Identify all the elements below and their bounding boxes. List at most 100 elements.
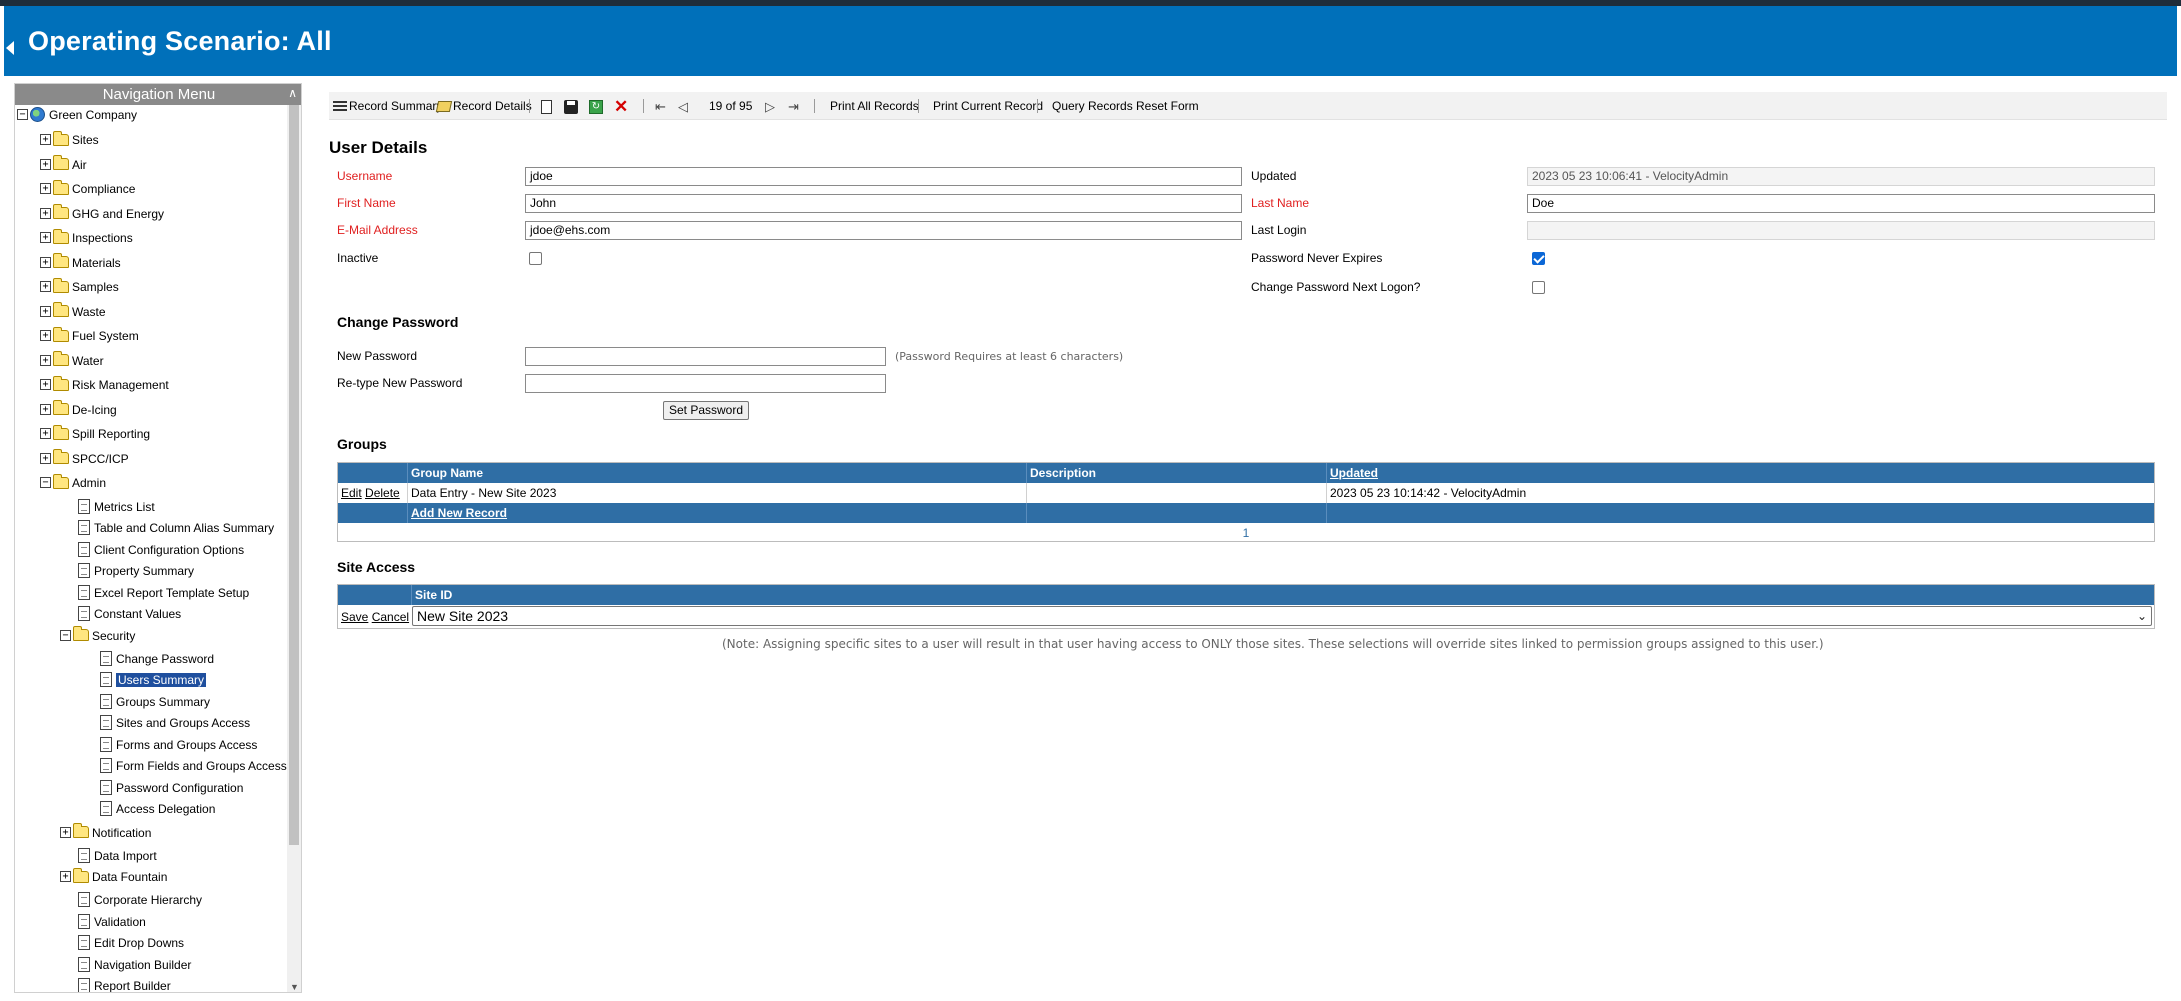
expand-icon[interactable]: +	[40, 403, 51, 415]
nav-item-water[interactable]: + Water	[40, 351, 104, 369]
nav-item-groups-summary[interactable]: Groups Summary	[100, 692, 210, 710]
nav-item-notification[interactable]: + Notification	[60, 823, 151, 841]
nav-item-sites-and-groups-access[interactable]: Sites and Groups Access	[100, 713, 250, 731]
expand-icon[interactable]: +	[40, 256, 51, 268]
inactive-checkbox[interactable]	[529, 252, 542, 265]
nav-item-data-import[interactable]: Data Import	[78, 846, 157, 864]
expand-icon[interactable]: +	[60, 871, 71, 883]
nav-item-validation[interactable]: Validation	[78, 912, 146, 930]
nav-item-table-and-column-alias-summary[interactable]: Table and Column Alias Summary	[78, 518, 274, 536]
expand-icon[interactable]: +	[60, 826, 71, 838]
nav-item-security[interactable]: − Security	[60, 626, 135, 644]
change-password-next-logon-checkbox[interactable]	[1532, 281, 1545, 294]
site-id-select[interactable]: New Site 2023 ⌄	[412, 606, 2152, 626]
nav-item-access-delegation[interactable]: Access Delegation	[100, 799, 215, 817]
first-record-button[interactable]: ⇤	[655, 92, 666, 120]
nav-item-constant-values[interactable]: Constant Values	[78, 604, 181, 622]
first-name-field[interactable]: John	[525, 194, 1242, 213]
previous-record-button[interactable]: ◁	[678, 92, 688, 120]
last-record-button[interactable]: ⇥	[788, 92, 799, 120]
record-details-button[interactable]: Record Details	[435, 92, 532, 120]
password-never-expires-checkbox[interactable]	[1532, 252, 1545, 265]
expand-icon[interactable]: +	[40, 354, 51, 366]
record-summary-button[interactable]: Record Summary	[333, 92, 442, 120]
expand-icon[interactable]: +	[40, 207, 51, 219]
new-password-input[interactable]	[525, 347, 886, 366]
nav-item-spcc-icp[interactable]: + SPCC/ICP	[40, 449, 129, 467]
nav-item-materials[interactable]: + Materials	[40, 253, 121, 271]
expand-icon[interactable]: +	[40, 158, 51, 170]
username-field[interactable]: jdoe	[525, 167, 1242, 186]
nav-scroll-thumb[interactable]	[289, 105, 299, 845]
nav-item-password-configuration[interactable]: Password Configuration	[100, 778, 243, 796]
expand-icon[interactable]: +	[40, 330, 51, 342]
nav-item-users-summary[interactable]: Users Summary	[100, 670, 207, 688]
expand-icon[interactable]: +	[40, 183, 51, 195]
nav-item-spill-reporting[interactable]: + Spill Reporting	[40, 424, 150, 442]
last-login-field	[1527, 221, 2155, 240]
cancel-link[interactable]: Cancel	[372, 610, 409, 624]
collapse-icon[interactable]: −	[40, 477, 51, 489]
nav-item-forms-and-groups-access[interactable]: Forms and Groups Access	[100, 735, 257, 753]
nav-item-green-company[interactable]: − Green Company	[17, 105, 137, 123]
updated-header[interactable]: Updated	[1326, 463, 2154, 483]
collapse-up-icon[interactable]: ∧	[288, 85, 297, 102]
nav-item-edit-drop-downs[interactable]: Edit Drop Downs	[78, 933, 184, 951]
nav-item-admin[interactable]: − Admin	[40, 473, 106, 491]
page-number[interactable]: 1	[1243, 526, 1250, 540]
collapse-icon[interactable]: −	[60, 629, 71, 641]
nav-item-samples[interactable]: + Samples	[40, 277, 119, 295]
nav-item-fuel-system[interactable]: + Fuel System	[40, 326, 139, 344]
nav-item-metrics-list[interactable]: Metrics List	[78, 497, 155, 515]
collapse-left-icon[interactable]	[6, 41, 14, 55]
nav-item-property-summary[interactable]: Property Summary	[78, 561, 194, 579]
set-password-button[interactable]: Set Password	[663, 401, 749, 420]
scroll-down-icon[interactable]: ▼	[290, 982, 299, 992]
expand-icon[interactable]: +	[40, 281, 51, 293]
expand-icon[interactable]: +	[40, 305, 51, 317]
nav-item-corporate-hierarchy[interactable]: Corporate Hierarchy	[78, 890, 202, 908]
nav-item-risk-management[interactable]: + Risk Management	[40, 375, 169, 393]
record-toolbar: Record Summary Record Details ↻ ✕ ⇤ ◁ 19…	[329, 92, 2167, 120]
expand-icon[interactable]: +	[40, 452, 51, 464]
updated-sort-link[interactable]: Updated	[1330, 466, 1378, 480]
nav-item-ghg-and-energy[interactable]: + GHG and Energy	[40, 204, 164, 222]
last-name-field[interactable]: Doe	[1527, 194, 2155, 213]
save-record-button[interactable]	[564, 92, 578, 120]
nav-item-data-fountain[interactable]: + Data Fountain	[60, 867, 167, 885]
next-record-button[interactable]: ▷	[765, 92, 775, 120]
nav-item-client-configuration-options[interactable]: Client Configuration Options	[78, 540, 244, 558]
nav-item-report-builder[interactable]: Report Builder	[78, 976, 171, 992]
save-link[interactable]: Save	[341, 610, 368, 624]
nav-item-compliance[interactable]: + Compliance	[40, 179, 135, 197]
print-current-button[interactable]: Print Current Record	[933, 92, 1043, 120]
email-field[interactable]: jdoe@ehs.com	[525, 221, 1242, 240]
edit-link[interactable]: Edit	[341, 486, 362, 500]
query-records-button[interactable]: Query Records	[1052, 92, 1133, 120]
nav-scrollbar[interactable]: ▼	[287, 105, 301, 992]
nav-item-waste[interactable]: + Waste	[40, 302, 106, 320]
collapse-icon[interactable]: −	[17, 109, 28, 121]
nav-item-de-icing[interactable]: + De-Icing	[40, 400, 117, 418]
retype-password-input[interactable]	[525, 374, 886, 393]
nav-item-sites[interactable]: + Sites	[40, 130, 99, 148]
expand-icon[interactable]: +	[40, 232, 51, 244]
reset-form-button[interactable]: Reset Form	[1136, 92, 1199, 120]
nav-item-navigation-builder[interactable]: Navigation Builder	[78, 955, 191, 973]
expand-icon[interactable]: +	[40, 379, 51, 391]
refresh-button[interactable]: ↻	[589, 92, 603, 120]
print-all-button[interactable]: Print All Records	[830, 92, 919, 120]
nav-item-excel-report-template-setup[interactable]: Excel Report Template Setup	[78, 583, 249, 601]
nav-item-inspections[interactable]: + Inspections	[40, 228, 133, 246]
delete-link[interactable]: Delete	[365, 486, 400, 500]
page-title: Operating Scenario: All	[28, 26, 332, 56]
nav-item-change-password[interactable]: Change Password	[100, 649, 214, 667]
new-record-button[interactable]	[541, 92, 552, 120]
nav-item-form-fields-and-groups-access[interactable]: Form Fields and Groups Access	[100, 756, 287, 774]
details-icon	[435, 101, 453, 113]
expand-icon[interactable]: +	[40, 134, 51, 146]
nav-item-air[interactable]: + Air	[40, 155, 87, 173]
delete-record-button[interactable]: ✕	[614, 92, 628, 120]
expand-icon[interactable]: +	[40, 428, 51, 440]
add-new-record-link[interactable]: Add New Record	[411, 506, 507, 520]
